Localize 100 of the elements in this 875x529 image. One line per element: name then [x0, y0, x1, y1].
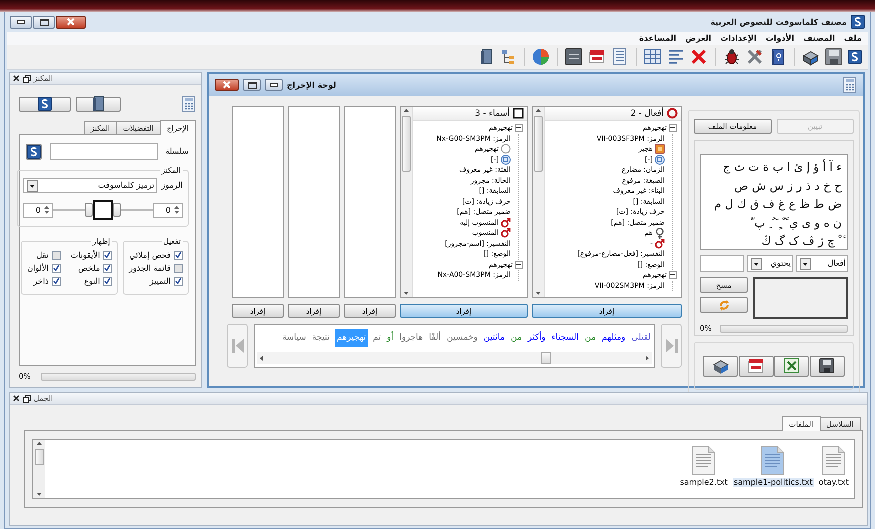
symbols-dropdown[interactable]: ترميز كلماسوفت [23, 178, 157, 193]
checkbox[interactable] [52, 251, 61, 260]
search-field[interactable] [700, 255, 744, 272]
table-icon[interactable] [611, 48, 629, 66]
word[interactable]: من [584, 331, 598, 345]
tree-icon[interactable] [499, 48, 517, 66]
scrollbar-thumb[interactable] [34, 449, 44, 465]
menu-item[interactable]: المصنف [803, 34, 836, 43]
number-spinner[interactable]: 0 [23, 202, 53, 218]
minus-icon [670, 272, 676, 278]
word[interactable]: تم [372, 331, 382, 345]
menu-item[interactable]: الإعدادات [720, 34, 757, 43]
close-button[interactable] [215, 79, 239, 91]
close-button[interactable] [56, 16, 86, 28]
menu-item[interactable]: ملف [844, 34, 862, 43]
logo-button[interactable] [19, 96, 71, 112]
menu-item[interactable]: المساعدة [639, 34, 676, 43]
printer-button[interactable] [703, 356, 738, 376]
minimize-button[interactable] [10, 16, 32, 28]
bug-icon[interactable] [723, 48, 741, 66]
float-window-icon[interactable] [23, 74, 31, 82]
word[interactable]: ألفًا [428, 331, 442, 345]
refresh-button[interactable] [700, 297, 748, 313]
scrollbar[interactable] [257, 352, 652, 364]
expander-icon[interactable] [515, 124, 523, 132]
book-button[interactable] [76, 96, 121, 112]
number-spinner[interactable]: 0 [153, 202, 183, 218]
skip-forward-icon [666, 338, 678, 354]
file-item[interactable]: otay.txt [818, 446, 850, 487]
file-item[interactable]: sample2.txt [679, 446, 729, 487]
scrollbar[interactable] [401, 107, 413, 297]
checkbox[interactable] [103, 277, 112, 286]
calculator-icon[interactable] [182, 96, 196, 112]
color-swatch[interactable] [93, 200, 113, 220]
book-icon[interactable] [480, 49, 494, 65]
letter-row[interactable]: ن ه و ى ي ً ٌ ٍ َ ُ ِ پ ّ [706, 214, 842, 232]
logo-button[interactable] [26, 144, 42, 160]
export-spreadsheet-button[interactable] [774, 356, 810, 376]
checkbox-label: التمييز [150, 277, 171, 286]
menu-item[interactable]: العرض [685, 34, 712, 43]
s-logo-icon[interactable] [848, 50, 862, 64]
maximize-button[interactable] [243, 79, 261, 91]
scrollbar-thumb[interactable] [534, 116, 543, 172]
category-dropdown[interactable]: أفعال [796, 255, 848, 272]
circle-icon [501, 144, 511, 154]
float-window-icon[interactable] [23, 394, 31, 402]
letter-row[interactable]: ح خ د ذ ر ز س ش ص [706, 176, 842, 195]
delete-icon[interactable] [690, 48, 708, 66]
checkbox[interactable] [103, 251, 112, 260]
checkbox-label: ملخص [78, 264, 100, 273]
checkbox[interactable] [174, 251, 183, 260]
close-icon[interactable] [13, 395, 20, 402]
slider[interactable] [53, 203, 93, 217]
series-field[interactable] [50, 143, 158, 160]
grid-icon[interactable] [644, 48, 662, 66]
scrollbar[interactable] [33, 440, 45, 498]
export-document-button[interactable] [738, 356, 774, 376]
scrollbar-thumb[interactable] [402, 116, 411, 172]
expander-icon[interactable] [515, 260, 523, 269]
slider-thumb[interactable] [85, 203, 93, 217]
pie-chart-icon[interactable] [532, 48, 550, 66]
close-icon[interactable] [13, 75, 20, 82]
maximize-button[interactable] [33, 16, 55, 28]
expander-icon[interactable] [669, 271, 677, 280]
scrollbar-thumb[interactable] [541, 352, 551, 364]
word[interactable]: وأكثر [527, 331, 547, 345]
checkbox[interactable] [174, 264, 183, 273]
word[interactable]: مائتين [482, 331, 506, 345]
calculator-icon[interactable] [843, 77, 857, 93]
checkbox[interactable] [174, 277, 183, 286]
letter-keyboard[interactable]: ء آ أ ؤ إ ئ ا ب ة ت ث ج ح خ د ذ ر ز س ش ص ض ط ظ ع غ ف ق ك ل م ن ه و ى ي ً ٌ ٍ َ ُ ِ پ ّ ٔ ْ چ ژ ڤ ک گ ڭ [700, 154, 848, 250]
letter-row[interactable]: ض ط ظ ع غ ف ق ك ل م [706, 195, 842, 214]
word[interactable]: هاجروا [398, 331, 424, 345]
slider[interactable] [113, 203, 153, 217]
word[interactable]: السجناء [550, 331, 580, 345]
minimize-button[interactable] [265, 79, 283, 91]
word[interactable]: سياسة [281, 331, 308, 345]
checkbox[interactable] [52, 264, 61, 273]
scrollbar[interactable] [533, 107, 545, 297]
word[interactable]: وخمسين [446, 331, 479, 345]
checkbox-label: النوع [84, 277, 100, 286]
slider-thumb[interactable] [113, 203, 121, 217]
menu-item[interactable]: الأدوات [766, 34, 794, 43]
save-button[interactable] [810, 356, 845, 376]
file-item[interactable]: sample1-politics.txt [732, 446, 814, 487]
document-icon[interactable] [588, 48, 606, 66]
letter-row[interactable]: ء آ أ ؤ إ ئ ا ب ة ت ث ج [706, 158, 842, 176]
word[interactable]: أو [386, 331, 395, 345]
word[interactable]: لقتلى [630, 331, 652, 345]
list-icon[interactable] [667, 48, 685, 66]
word[interactable]: من [510, 331, 524, 345]
close-icon [223, 81, 231, 89]
tools-icon[interactable] [746, 48, 764, 66]
word[interactable]: ومثلهم [601, 331, 627, 345]
checkbox[interactable] [52, 277, 61, 286]
word[interactable]: نتيجة [311, 331, 331, 345]
checkbox[interactable] [103, 264, 112, 273]
expander-icon[interactable] [669, 124, 677, 132]
help-book-icon[interactable] [769, 48, 787, 66]
match-dropdown[interactable]: يحتوي [747, 255, 793, 272]
